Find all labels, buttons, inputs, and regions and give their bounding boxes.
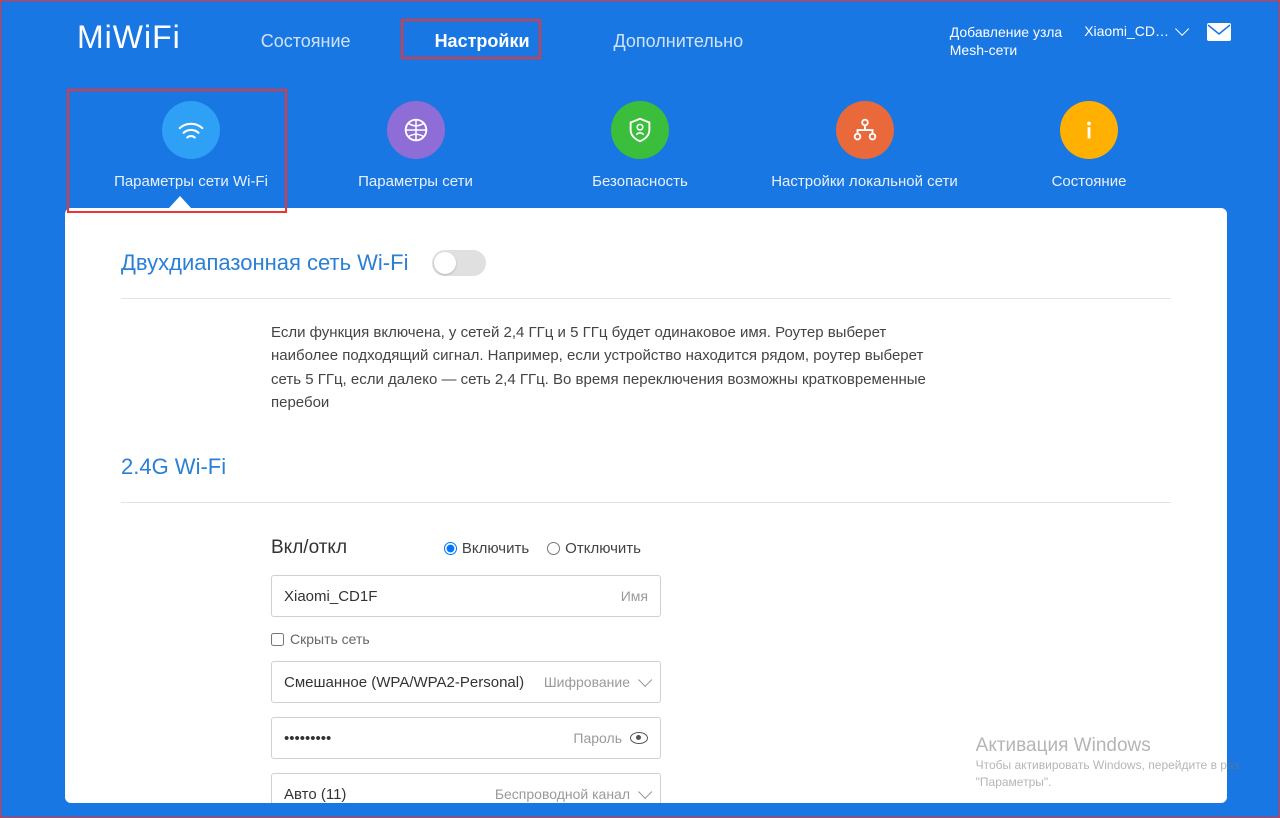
channel-field[interactable]: Беспроводной канал <box>271 773 661 803</box>
subtab-security-label: Безопасность <box>592 173 688 190</box>
shield-icon <box>611 101 669 159</box>
mesh-line2: Mesh-сети <box>950 41 1062 59</box>
chevron-down-icon <box>638 673 652 687</box>
radio-off[interactable]: Отключить <box>547 540 641 557</box>
subtab-security[interactable]: Безопасность <box>540 101 740 190</box>
device-dropdown[interactable]: Xiaomi_CD… <box>1084 23 1185 39</box>
logo: MiWiFi <box>77 19 181 56</box>
subtab-lan-label: Настройки локальной сети <box>771 173 958 190</box>
nav-settings[interactable]: Настройки <box>425 25 540 58</box>
password-field[interactable]: Пароль <box>271 717 661 759</box>
hide-ssid-label: Скрыть сеть <box>290 631 370 647</box>
ssid-input[interactable] <box>284 588 621 605</box>
encryption-field[interactable]: Шифрование <box>271 661 661 703</box>
settings-card: Двухдиапазонная сеть Wi-Fi Если функция … <box>65 208 1227 803</box>
subtab-lan[interactable]: Настройки локальной сети <box>765 101 965 190</box>
subtab-network-label: Параметры сети <box>358 173 473 190</box>
dualband-description: Если функция включена, у сетей 2,4 ГГц и… <box>121 299 941 444</box>
wifi-icon <box>162 101 220 159</box>
hide-ssid-checkbox[interactable] <box>271 633 284 646</box>
device-name: Xiaomi_CD… <box>1084 23 1169 39</box>
mail-icon[interactable] <box>1207 23 1231 44</box>
onoff-label: Вкл/откл <box>271 537 444 559</box>
active-tab-arrow <box>1 196 1279 208</box>
encryption-suffix: Шифрование <box>544 674 630 690</box>
radio-off-label: Отключить <box>565 540 641 557</box>
subtab-status-label: Состояние <box>1052 173 1127 190</box>
ssid-suffix: Имя <box>621 588 648 604</box>
dualband-title: Двухдиапазонная сеть Wi-Fi <box>121 250 408 276</box>
chevron-down-icon <box>1175 22 1189 36</box>
radio-on[interactable]: Включить <box>444 540 529 557</box>
wifi24-title: 2.4G Wi-Fi <box>121 444 1171 503</box>
mesh-line1: Добавление узла <box>950 23 1062 41</box>
encryption-value <box>284 674 544 691</box>
password-suffix: Пароль <box>573 730 622 746</box>
mesh-add-link[interactable]: Добавление узла Mesh-сети <box>950 23 1062 59</box>
password-input[interactable] <box>284 730 573 747</box>
subtab-wifi-label: Параметры сети Wi-Fi <box>114 173 268 190</box>
ssid-field[interactable]: Имя <box>271 575 661 617</box>
subtab-wifi[interactable]: Параметры сети Wi-Fi <box>91 101 291 190</box>
info-icon <box>1060 101 1118 159</box>
channel-suffix: Беспроводной канал <box>495 786 630 802</box>
radio-on-label: Включить <box>462 540 529 557</box>
network-tree-icon <box>836 101 894 159</box>
subtab-network[interactable]: Параметры сети <box>316 101 516 190</box>
subtab-status[interactable]: Состояние <box>989 101 1189 190</box>
chevron-down-icon <box>638 785 652 799</box>
nav-advanced[interactable]: Дополнительно <box>604 25 754 58</box>
globe-icon <box>387 101 445 159</box>
dualband-toggle[interactable] <box>432 250 486 276</box>
channel-value <box>284 786 495 803</box>
eye-icon[interactable] <box>630 732 648 744</box>
nav-status[interactable]: Состояние <box>251 25 361 58</box>
